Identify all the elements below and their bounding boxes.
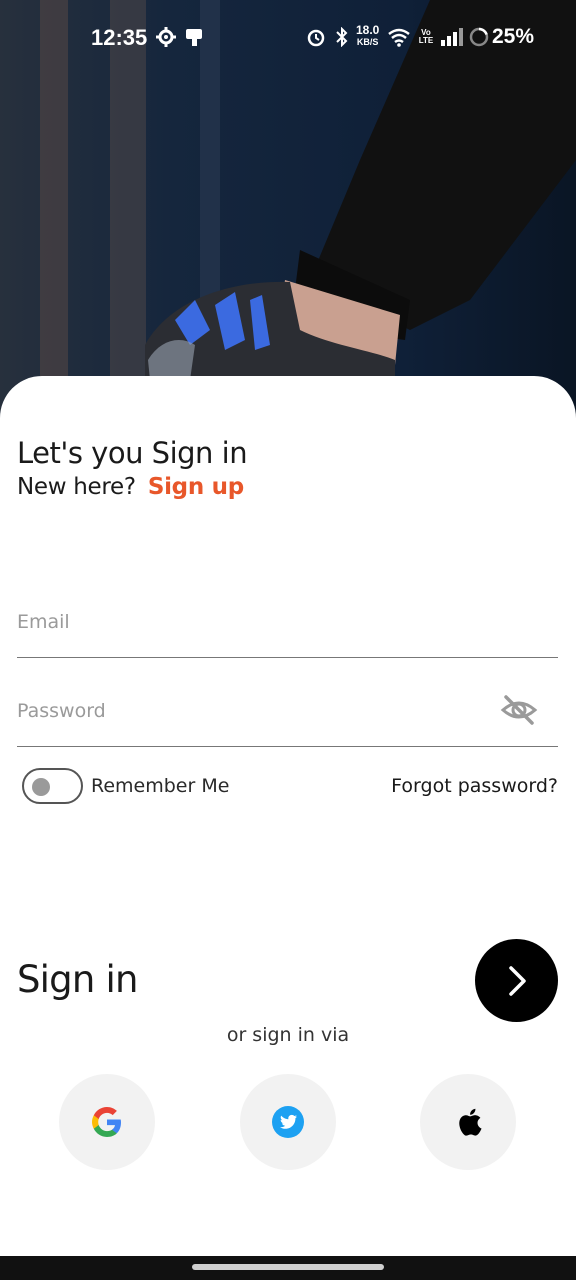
page-title: Let's you Sign in (17, 436, 248, 470)
signin-button[interactable] (475, 939, 558, 1022)
bluetooth-icon (332, 26, 352, 48)
toggle-knob (32, 778, 50, 796)
apple-icon (459, 1108, 482, 1136)
new-here-text: New here? (17, 474, 136, 500)
net-speed: 18.0 KB/S (356, 23, 380, 48)
apple-signin-button[interactable] (420, 1074, 516, 1170)
remember-label: Remember Me (91, 775, 230, 797)
wifi-icon (387, 26, 411, 48)
forgot-password-link[interactable]: Forgot password? (391, 775, 558, 797)
signal-icon (440, 26, 464, 48)
home-handle[interactable] (192, 1264, 384, 1270)
remember-toggle[interactable] (22, 768, 83, 804)
signup-prompt: New here? Sign up (17, 474, 244, 500)
password-field (17, 685, 558, 747)
alarm-icon (306, 26, 326, 48)
eye-off-icon[interactable] (500, 693, 538, 727)
remember-row: Remember Me Forgot password? (22, 768, 558, 804)
email-field (17, 596, 558, 658)
signup-link[interactable]: Sign up (148, 474, 244, 500)
chevron-right-icon (508, 965, 526, 996)
volte-icon: Vo LTE (418, 28, 434, 45)
status-bar: 12:35 18.0 KB/S Vo LTE 25% (0, 0, 576, 76)
net-speed-unit: KB/S (356, 37, 379, 47)
status-time: 12:35 (91, 25, 148, 50)
signin-title: Sign in (17, 958, 138, 1001)
google-signin-button[interactable] (59, 1074, 155, 1170)
password-input[interactable] (17, 700, 487, 722)
net-speed-value: 18.0 (356, 23, 380, 37)
settings-icon (155, 26, 177, 48)
notification-icon (183, 26, 205, 48)
twitter-signin-button[interactable] (240, 1074, 336, 1170)
battery-percent: 25% (492, 25, 535, 48)
system-nav-bar (0, 1256, 576, 1280)
battery-icon (468, 26, 490, 48)
twitter-icon (272, 1106, 304, 1138)
or-sign-in-via: or sign in via (226, 1024, 350, 1046)
email-input[interactable] (17, 611, 487, 633)
google-icon (92, 1107, 121, 1137)
